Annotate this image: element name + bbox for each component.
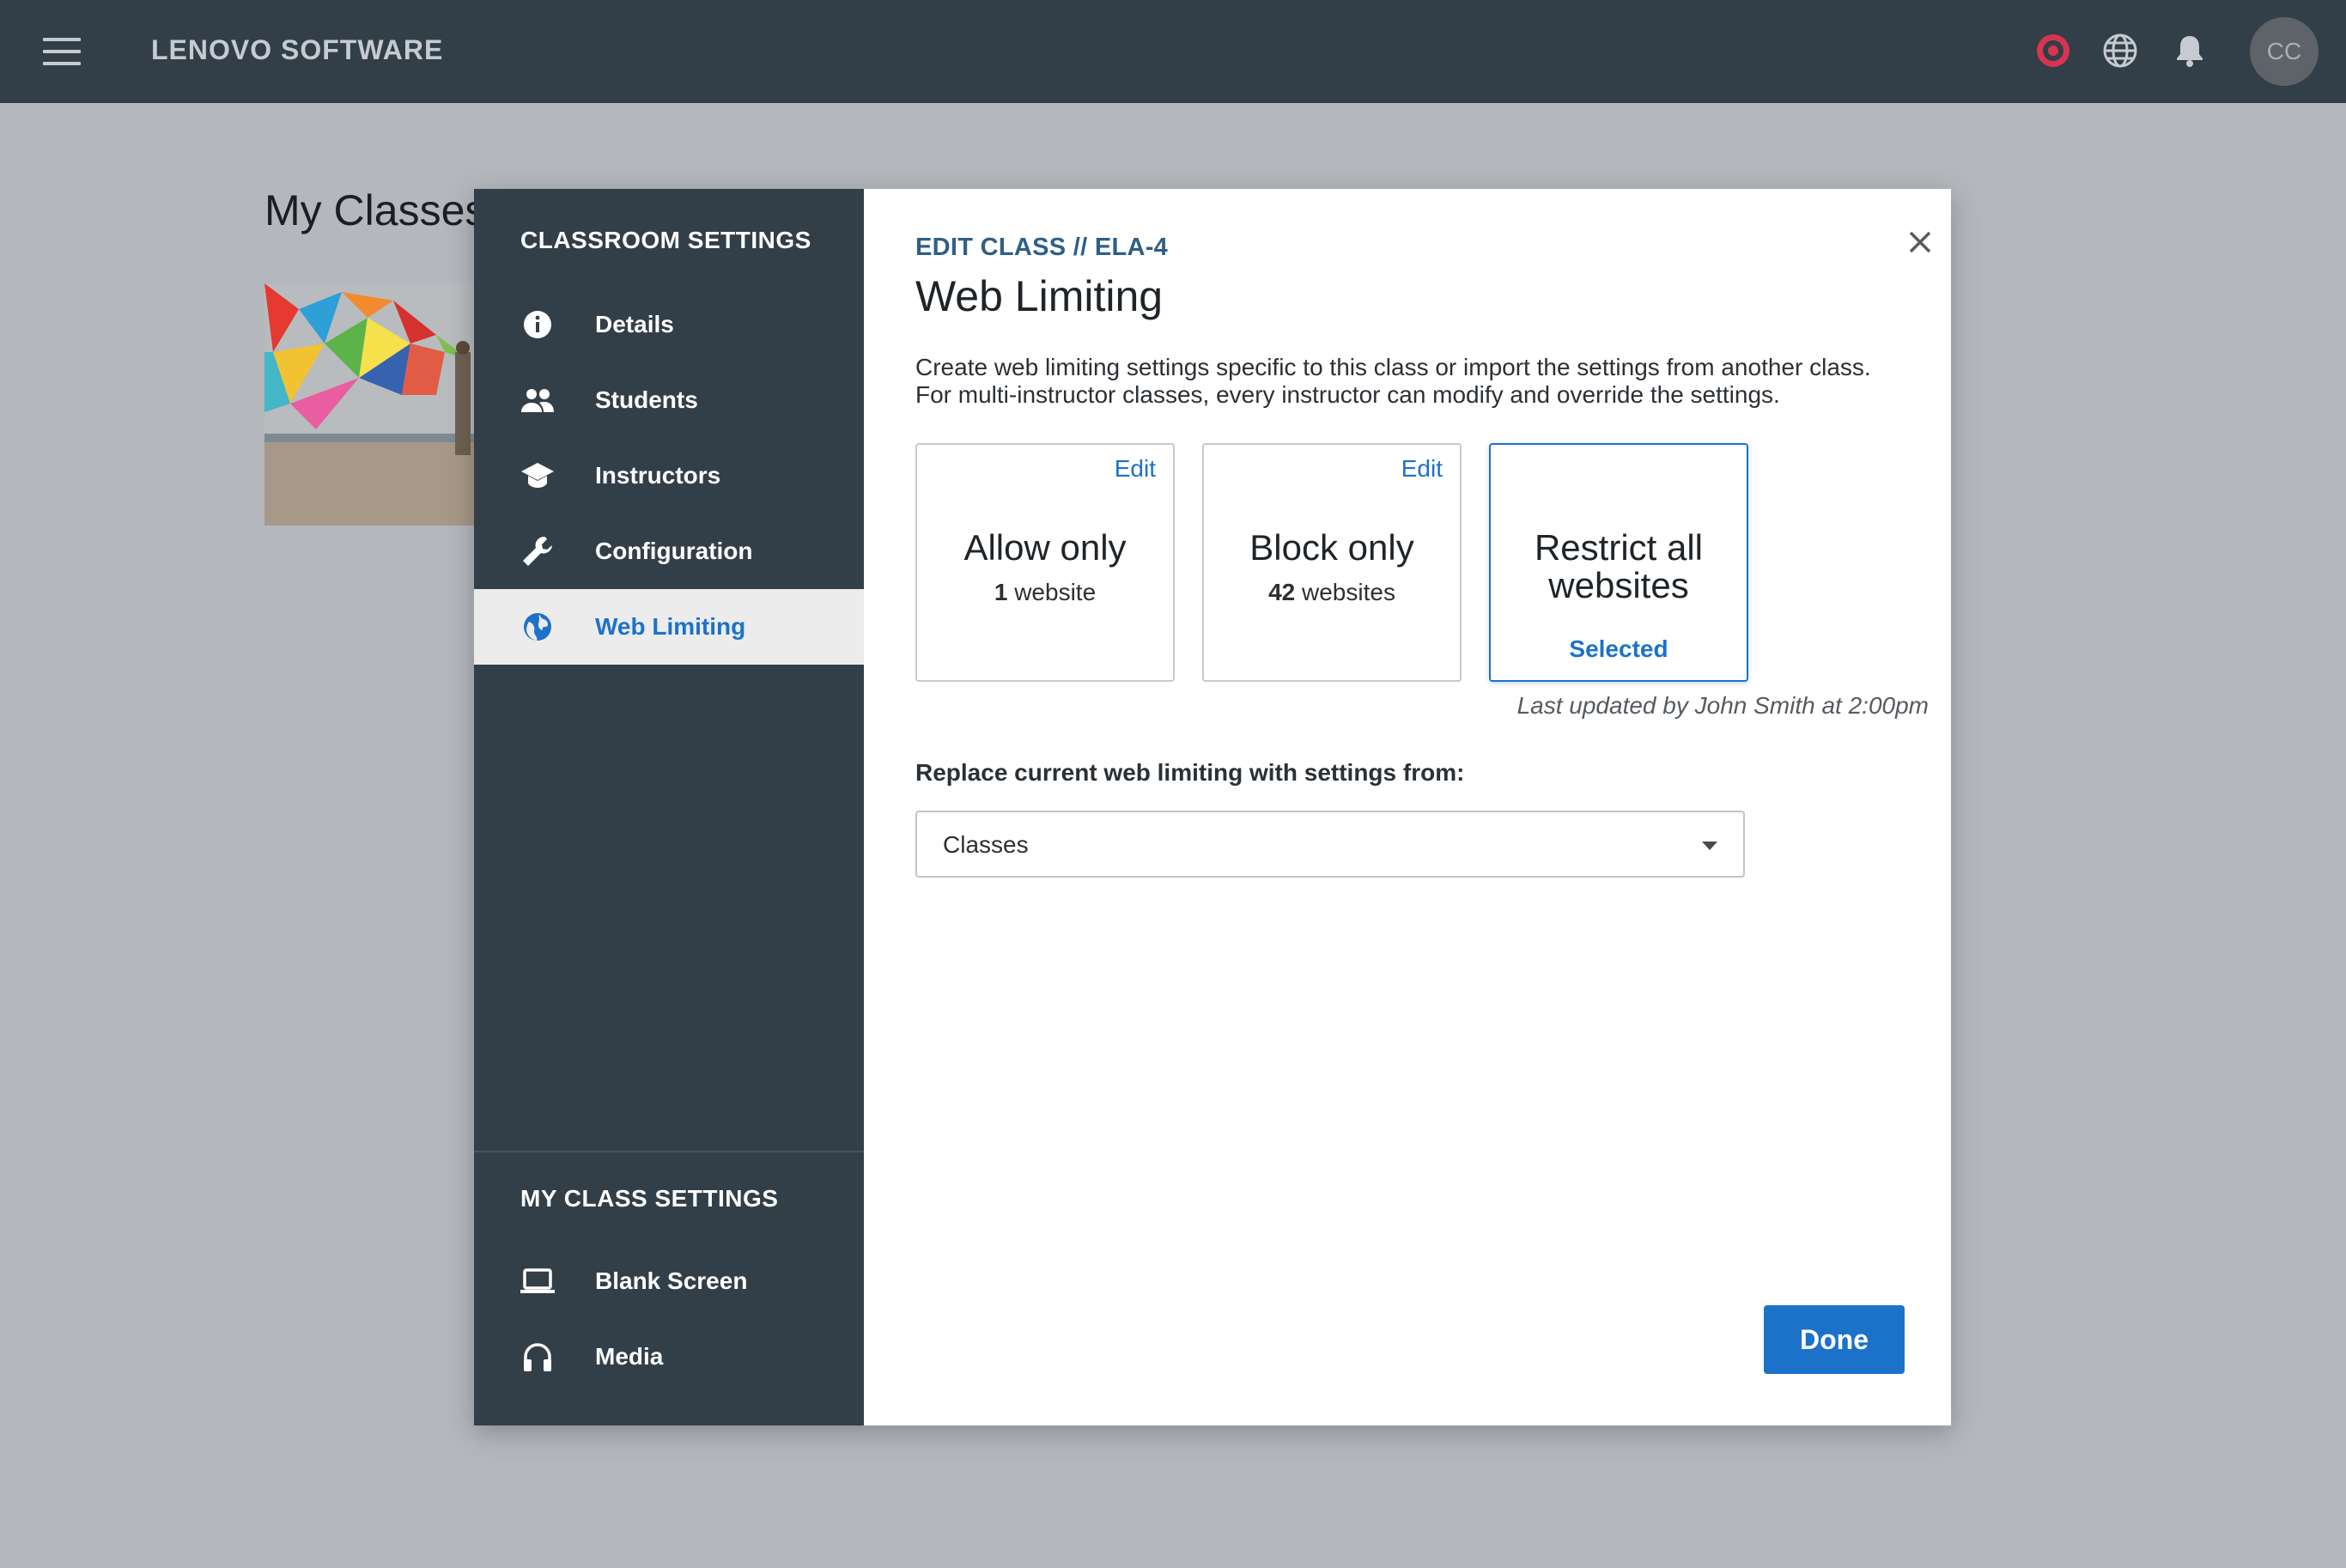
avatar[interactable]: CC <box>2250 17 2319 86</box>
sidebar-item-web-limiting[interactable]: Web Limiting <box>474 589 864 665</box>
sidebar-divider <box>474 1151 864 1152</box>
sidebar-item-label: Blank Screen <box>595 1267 748 1294</box>
record-icon[interactable] <box>2033 31 2073 70</box>
close-button[interactable] <box>1894 216 1946 268</box>
top-app-bar: LENOVO SOFTWARE CC <box>0 0 2346 103</box>
chevron-down-icon <box>1702 842 1717 850</box>
card-title: Allow only <box>963 527 1127 568</box>
sidebar-item-configuration[interactable]: Configuration <box>474 514 864 589</box>
class-thumbnail-image[interactable] <box>264 283 479 526</box>
graduation-cap-icon <box>519 457 556 495</box>
edit-allow-only-link[interactable]: Edit <box>1115 455 1156 483</box>
selected-status: Selected <box>1569 635 1668 662</box>
globe-icon[interactable] <box>2100 31 2140 70</box>
people-icon <box>519 381 556 419</box>
card-count: 42 websites <box>1268 579 1395 605</box>
classroom-settings-dialog: CLASSROOM SETTINGS Details Students Inst… <box>474 189 1951 1425</box>
replace-settings-label: Replace current web limiting with settin… <box>915 759 1465 786</box>
brand-name: LENOVO SOFTWARE <box>151 34 444 65</box>
wrench-icon <box>519 532 556 570</box>
card-title: Block only <box>1249 527 1414 568</box>
globe-icon <box>519 608 556 646</box>
edit-block-only-link[interactable]: Edit <box>1401 455 1443 483</box>
settings-sidebar: CLASSROOM SETTINGS Details Students Inst… <box>474 189 864 1425</box>
card-count: 1 website <box>994 579 1097 605</box>
breadcrumb: EDIT CLASS // ELA-4 <box>915 234 1169 261</box>
sidebar-item-students[interactable]: Students <box>474 362 864 438</box>
select-value: Classes <box>943 831 1029 858</box>
bell-icon[interactable] <box>2170 31 2209 70</box>
classroom-settings-heading: CLASSROOM SETTINGS <box>520 227 811 253</box>
my-class-settings-heading: MY CLASS SETTINGS <box>520 1185 779 1212</box>
dialog-title: Web Limiting <box>915 272 1164 320</box>
sidebar-item-blank-screen[interactable]: Blank Screen <box>474 1243 864 1319</box>
sidebar-item-label: Instructors <box>595 462 721 489</box>
sidebar-item-media[interactable]: Media <box>474 1319 864 1395</box>
sidebar-item-label: Students <box>595 386 698 413</box>
done-button[interactable]: Done <box>1764 1305 1905 1374</box>
classes-select[interactable]: Classes <box>915 811 1745 878</box>
sidebar-item-label: Web Limiting <box>595 613 746 640</box>
restrict-all-card[interactable]: Restrict all websites Selected <box>1489 443 1748 682</box>
sidebar-item-label: Configuration <box>595 538 753 564</box>
last-updated-text: Last updated by John Smith at 2:00pm <box>1516 692 1929 719</box>
menu-icon[interactable] <box>43 38 81 65</box>
headphones-icon <box>519 1338 556 1376</box>
description-text: Create web limiting settings specific to… <box>915 354 1871 408</box>
close-icon <box>1909 231 1931 253</box>
dialog-content: EDIT CLASS // ELA-4 Web Limiting Create … <box>864 189 1951 1425</box>
info-icon <box>519 306 556 343</box>
sidebar-item-label: Details <box>595 311 674 337</box>
sidebar-item-instructors[interactable]: Instructors <box>474 438 864 514</box>
card-title: Restrict all websites <box>1534 527 1704 605</box>
laptop-icon <box>519 1262 556 1300</box>
page-title: My Classes <box>264 186 487 234</box>
block-only-card[interactable]: Edit Block only 42 websites <box>1202 443 1462 682</box>
allow-only-card[interactable]: Edit Allow only 1 website <box>915 443 1175 682</box>
sidebar-item-label: Media <box>595 1343 664 1370</box>
sidebar-item-details[interactable]: Details <box>474 287 864 362</box>
